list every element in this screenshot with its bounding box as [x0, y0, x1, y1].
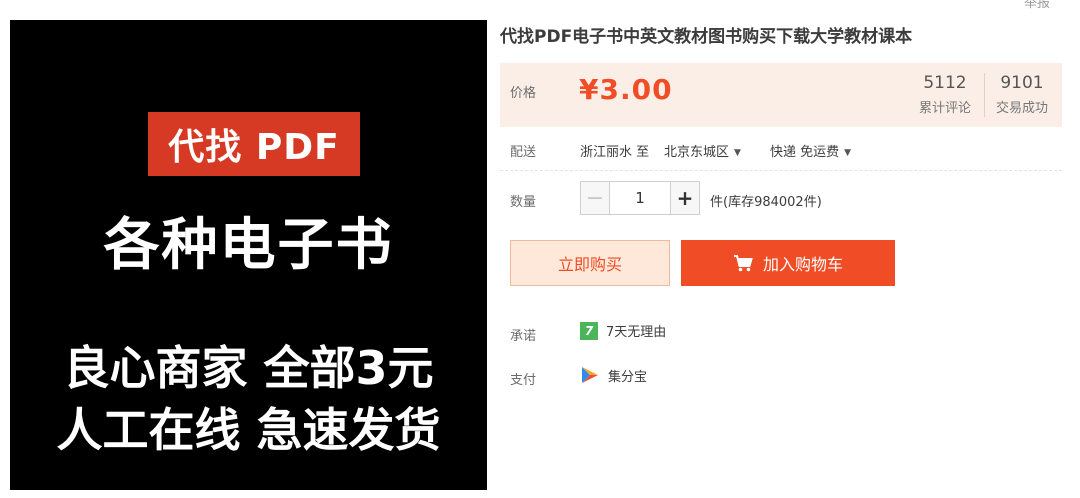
- product-image[interactable]: 代找 PDF 各种电子书 良心商家 全部3元 人工在线 急速发货: [10, 20, 487, 490]
- price-label: 价格: [510, 86, 537, 101]
- product-image-slogan-2: 人工在线 急速发货: [56, 403, 441, 457]
- stock-info: 件(库存984002件): [710, 195, 822, 210]
- stat-divider: [984, 73, 985, 117]
- report-link[interactable]: 举报: [1024, 0, 1050, 11]
- reviews-label: 累计评论: [918, 101, 971, 116]
- quantity-label: 数量: [510, 195, 537, 210]
- product-title: 代找PDF电子书中英文教材图书购买下载大学教材课本: [500, 27, 913, 47]
- shipping-method-label: 快递 免运费: [770, 145, 840, 160]
- shipping-from: 浙江丽水 至: [580, 145, 650, 160]
- quantity-stepper: − +: [580, 181, 700, 215]
- product-image-slogan-1: 良心商家 全部3元: [63, 341, 434, 395]
- caret-down-icon: ▼: [734, 148, 741, 158]
- trades-stat: 9101 交易成功: [990, 73, 1054, 116]
- add-to-cart-button[interactable]: 加入购物车: [681, 240, 895, 286]
- payment-item[interactable]: 集分宝: [580, 365, 647, 385]
- jifenbao-icon: [580, 365, 600, 385]
- shipping-label: 配送: [510, 145, 537, 160]
- reviews-count: 5112: [923, 73, 967, 93]
- price-value: ¥3.00: [579, 73, 673, 106]
- payment-label: 支付: [510, 373, 537, 388]
- seven-days-badge-icon: 7: [580, 321, 598, 340]
- quantity-decrease-button[interactable]: −: [580, 181, 610, 215]
- quantity-input[interactable]: [610, 181, 670, 215]
- product-image-headline: 各种电子书: [103, 213, 394, 278]
- caret-down-icon: ▼: [844, 148, 852, 158]
- trades-label: 交易成功: [995, 101, 1048, 116]
- buy-now-label: 立即购买: [557, 255, 622, 274]
- product-image-tag: 代找 PDF: [148, 112, 360, 176]
- promise-item[interactable]: 7 7天无理由: [580, 321, 666, 340]
- add-to-cart-label: 加入购物车: [762, 255, 843, 274]
- shipping-method-select[interactable]: 快递 免运费 ▼: [770, 141, 851, 160]
- shipping-destination-label: 北京东城区: [664, 145, 730, 160]
- trades-count: 9101: [1000, 73, 1044, 93]
- buy-now-button[interactable]: 立即购买: [510, 240, 670, 286]
- divider: [500, 170, 1062, 171]
- cart-icon: [733, 254, 753, 272]
- promise-label: 承诺: [510, 329, 537, 344]
- promise-text: 7天无理由: [606, 325, 667, 340]
- shipping-destination-select[interactable]: 北京东城区 ▼: [664, 141, 741, 160]
- price-box: 价格 ¥3.00 5112 累计评论 9101 交易成功: [500, 63, 1062, 127]
- quantity-increase-button[interactable]: +: [670, 181, 700, 215]
- reviews-stat[interactable]: 5112 累计评论: [915, 73, 975, 116]
- payment-text: 集分宝: [608, 369, 648, 385]
